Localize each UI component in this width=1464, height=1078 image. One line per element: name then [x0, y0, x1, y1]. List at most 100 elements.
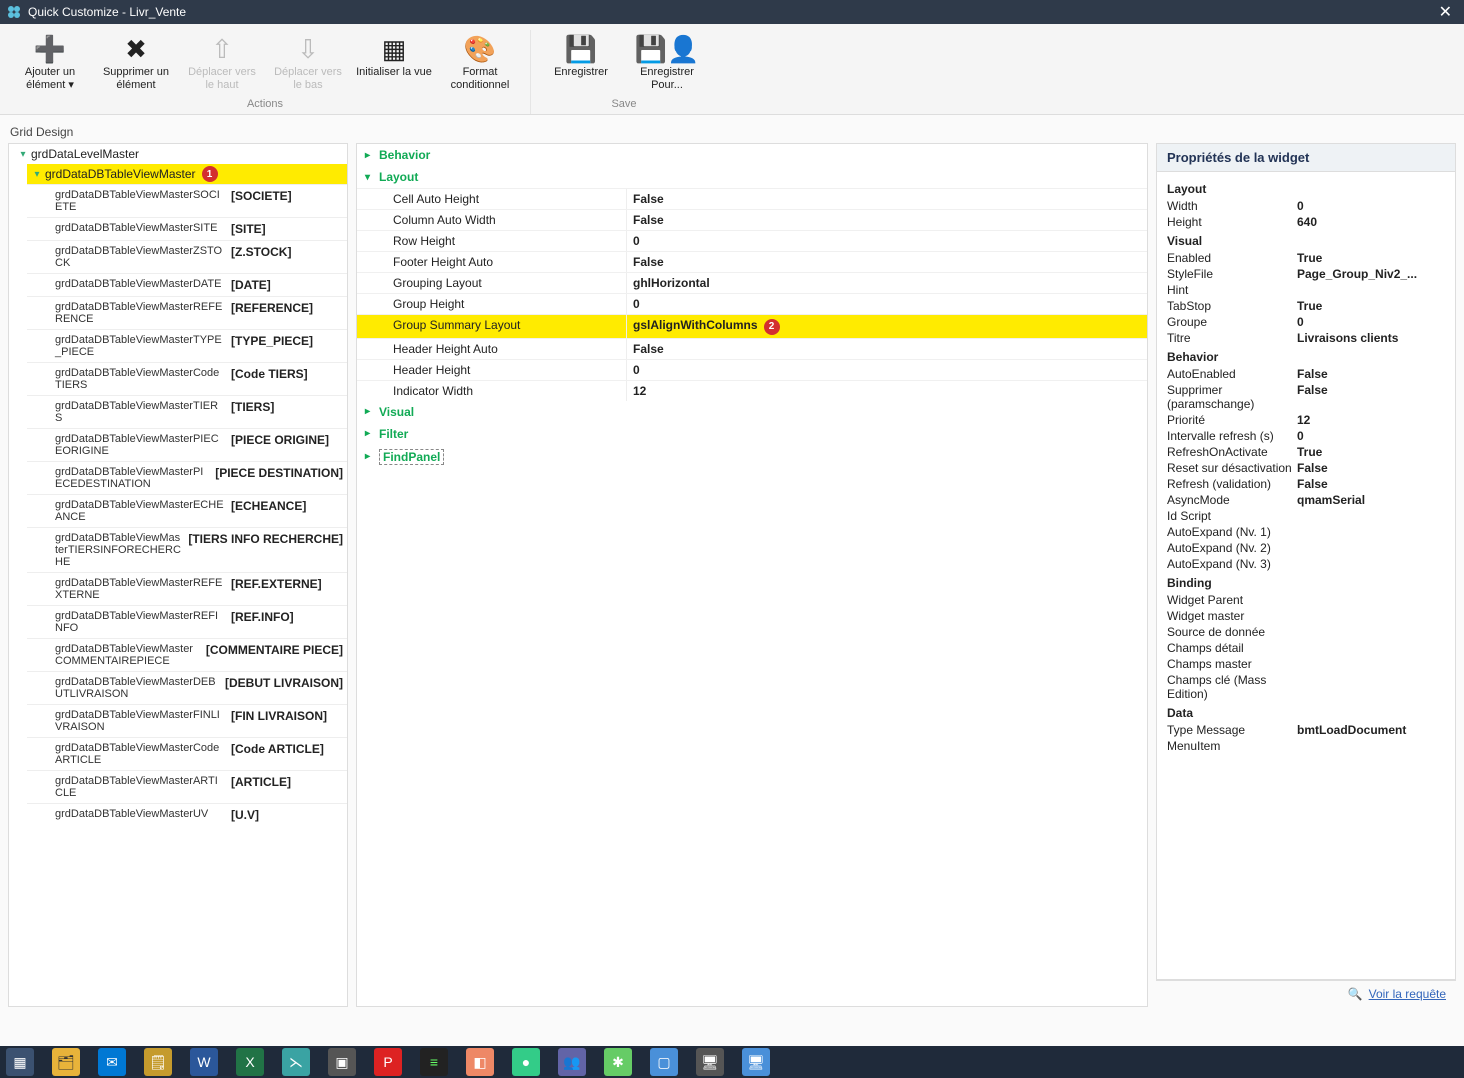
property-row[interactable]: Grouping LayoutghlHorizontal [357, 272, 1147, 293]
widget-property-value[interactable] [1297, 283, 1445, 297]
taskbar-app4[interactable]: ◧ [466, 1048, 494, 1076]
inspector-group-layout[interactable]: ▾Layout [357, 166, 1147, 188]
taskbar-excel[interactable]: X [236, 1048, 264, 1076]
widget-property-value[interactable]: True [1297, 445, 1445, 459]
taskbar-app5[interactable]: ● [512, 1048, 540, 1076]
widget-property-row[interactable]: Champs détail [1167, 640, 1445, 656]
widget-property-row[interactable]: StyleFilePage_Group_Niv2_... [1167, 266, 1445, 282]
taskbar-explorer[interactable]: 🗂 [52, 1048, 80, 1076]
tree-column-item[interactable]: grdDataDBTableViewMasterECHEANCE[ECHEANC… [27, 494, 347, 527]
widget-property-row[interactable]: Widget master [1167, 608, 1445, 624]
widget-property-row[interactable]: TitreLivraisons clients [1167, 330, 1445, 346]
taskbar-outlook[interactable]: ✉ [98, 1048, 126, 1076]
tree-column-item[interactable]: grdDataDBTableViewMasterPIECEORIGINE[PIE… [27, 428, 347, 461]
property-value[interactable]: 0 [627, 360, 1147, 380]
widget-property-row[interactable]: AsyncModeqmamSerial [1167, 492, 1445, 508]
tree-column-item[interactable]: grdDataDBTableViewMasterDEBUTLIVRAISON[D… [27, 671, 347, 704]
inspector-group-findpanel[interactable]: ▸FindPanel [357, 445, 1147, 469]
widget-property-row[interactable]: AutoExpand (Nv. 1) [1167, 524, 1445, 540]
taskbar-app9[interactable]: 🖥 [742, 1048, 770, 1076]
property-row[interactable]: Indicator Width12 [357, 380, 1147, 401]
tree-column-item[interactable]: grdDataDBTableViewMasterREFEXTERNE[REF.E… [27, 572, 347, 605]
widget-property-row[interactable]: Source de donnée [1167, 624, 1445, 640]
widget-property-row[interactable]: Widget Parent [1167, 592, 1445, 608]
widget-property-value[interactable]: qmamSerial [1297, 493, 1445, 507]
property-value[interactable]: ghlHorizontal [627, 273, 1147, 293]
close-button[interactable]: ✕ [1433, 2, 1458, 22]
property-value[interactable]: False [627, 339, 1147, 359]
tree-column-item[interactable]: grdDataDBTableViewMasterTIERS[TIERS] [27, 395, 347, 428]
property-row[interactable]: Group Height0 [357, 293, 1147, 314]
widget-property-row[interactable]: Hint [1167, 282, 1445, 298]
widget-property-row[interactable]: Intervalle refresh (s)0 [1167, 428, 1445, 444]
widget-property-value[interactable]: bmtLoadDocument [1297, 723, 1445, 737]
property-row[interactable]: Row Height0 [357, 230, 1147, 251]
widget-property-value[interactable] [1297, 657, 1445, 671]
ribbon-add-button[interactable]: ➕Ajouter un élément ▾ [10, 30, 90, 96]
widget-property-value[interactable] [1297, 509, 1445, 523]
tree-root[interactable]: ▾ grdDataLevelMaster [13, 144, 347, 164]
widget-property-row[interactable]: Reset sur désactivationFalse [1167, 460, 1445, 476]
widget-property-row[interactable]: Type MessagebmtLoadDocument [1167, 722, 1445, 738]
taskbar-app8[interactable]: 🖥 [696, 1048, 724, 1076]
property-row[interactable]: Header Height AutoFalse [357, 338, 1147, 359]
ribbon-del-button[interactable]: ✖Supprimer un élément [96, 30, 176, 96]
property-value[interactable]: False [627, 189, 1147, 209]
expand-icon[interactable]: ▾ [17, 149, 29, 160]
widget-property-value[interactable] [1297, 625, 1445, 639]
tree-column-item[interactable]: grdDataDBTableViewMasterUV[U.V] [27, 803, 347, 826]
widget-property-value[interactable]: True [1297, 299, 1445, 313]
widget-property-value[interactable]: Livraisons clients [1297, 331, 1445, 345]
widget-property-row[interactable]: Supprimer (paramschange)False [1167, 382, 1445, 412]
widget-property-row[interactable]: AutoExpand (Nv. 2) [1167, 540, 1445, 556]
property-value[interactable]: 0 [627, 294, 1147, 314]
widget-property-value[interactable] [1297, 609, 1445, 623]
widget-property-value[interactable]: 0 [1297, 199, 1445, 213]
widget-property-row[interactable]: TabStopTrue [1167, 298, 1445, 314]
widget-property-value[interactable] [1297, 541, 1445, 555]
property-value[interactable]: gslAlignWithColumns2 [627, 315, 1147, 338]
widget-property-value[interactable]: Page_Group_Niv2_... [1297, 267, 1445, 281]
tree-column-item[interactable]: grdDataDBTableViewMasterARTICLE[ARTICLE] [27, 770, 347, 803]
widget-property-row[interactable]: Champs clé (Mass Edition) [1167, 672, 1445, 702]
ribbon-saveas-button[interactable]: 💾👤Enregistrer Pour... [627, 30, 707, 96]
taskbar-notes[interactable]: 🗒 [144, 1048, 172, 1076]
tree-column-item[interactable]: grdDataDBTableViewMasterCOMMENTAIREPIECE… [27, 638, 347, 671]
expand-icon[interactable]: ▾ [31, 169, 43, 180]
widget-property-value[interactable] [1297, 739, 1445, 753]
widget-property-row[interactable]: MenuItem [1167, 738, 1445, 754]
property-row[interactable]: Cell Auto HeightFalse [357, 188, 1147, 209]
tree-column-item[interactable]: grdDataDBTableViewMasterSOCIETE[SOCIETE] [27, 184, 347, 217]
taskbar-word[interactable]: W [190, 1048, 218, 1076]
widget-property-row[interactable]: Height640 [1167, 214, 1445, 230]
widget-property-row[interactable]: Width0 [1167, 198, 1445, 214]
widget-property-row[interactable]: AutoEnabledFalse [1167, 366, 1445, 382]
taskbar-app1[interactable]: ▣ [328, 1048, 356, 1076]
widget-property-value[interactable] [1297, 673, 1445, 701]
inspector-group-visual[interactable]: ▸Visual [357, 401, 1147, 423]
widget-property-row[interactable]: Refresh (validation)False [1167, 476, 1445, 492]
inspector-group-behavior[interactable]: ▸Behavior [357, 144, 1147, 166]
widget-property-value[interactable]: False [1297, 367, 1445, 381]
widget-property-value[interactable]: 0 [1297, 429, 1445, 443]
widget-property-row[interactable]: Champs master [1167, 656, 1445, 672]
tree-child-selected[interactable]: ▾ grdDataDBTableViewMaster 1 [27, 164, 347, 184]
widget-property-value[interactable] [1297, 641, 1445, 655]
ribbon-initview-button[interactable]: ▦Initialiser la vue [354, 30, 434, 96]
widget-property-value[interactable]: 640 [1297, 215, 1445, 229]
ribbon-save-button[interactable]: 💾Enregistrer [541, 30, 621, 96]
widget-property-row[interactable]: RefreshOnActivateTrue [1167, 444, 1445, 460]
widget-property-row[interactable]: AutoExpand (Nv. 3) [1167, 556, 1445, 572]
taskbar-app2[interactable]: P [374, 1048, 402, 1076]
taskbar-app7[interactable]: ▢ [650, 1048, 678, 1076]
tree-column-item[interactable]: grdDataDBTableViewMasterCodeTIERS[Code T… [27, 362, 347, 395]
widget-property-row[interactable]: Priorité12 [1167, 412, 1445, 428]
widget-property-value[interactable]: 0 [1297, 315, 1445, 329]
widget-property-row[interactable]: EnabledTrue [1167, 250, 1445, 266]
widget-property-row[interactable]: Id Script [1167, 508, 1445, 524]
tree-column-item[interactable]: grdDataDBTableViewMasterREFINFO[REF.INFO… [27, 605, 347, 638]
tree-column-item[interactable]: grdDataDBTableViewMasterFINLIVRAISON[FIN… [27, 704, 347, 737]
ribbon-condfmt-button[interactable]: 🎨Format conditionnel [440, 30, 520, 96]
widget-property-row[interactable]: Groupe0 [1167, 314, 1445, 330]
widget-property-value[interactable]: False [1297, 383, 1445, 411]
